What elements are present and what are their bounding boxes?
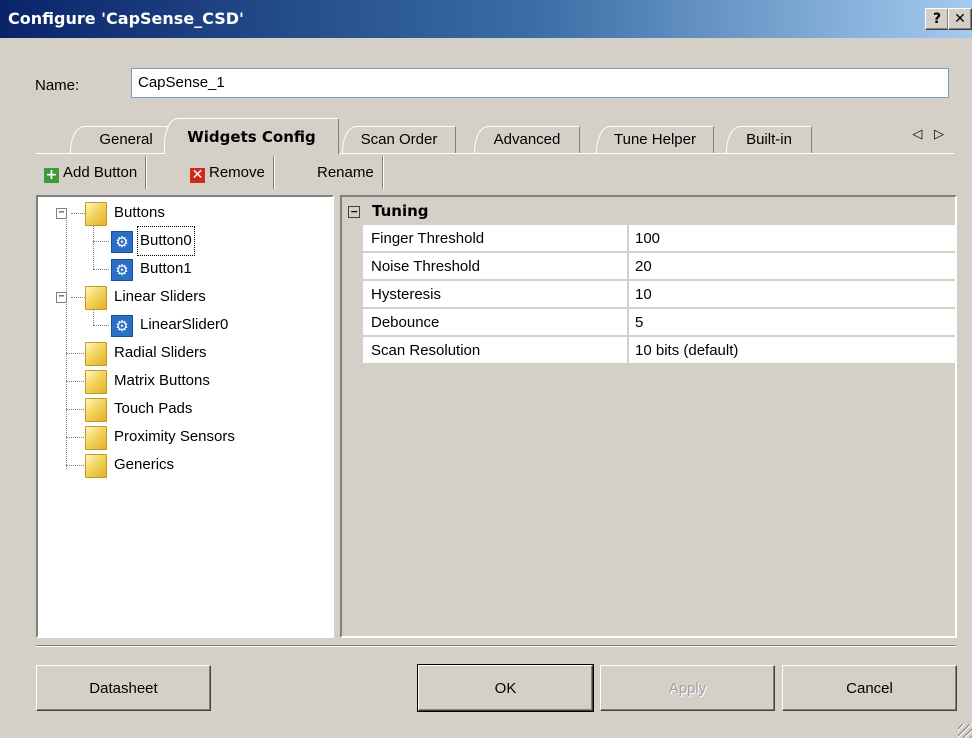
window-title: Configure 'CapSense_CSD' (8, 9, 244, 28)
tree-node-proximity-sensors[interactable]: Proximity Sensors (38, 423, 328, 451)
property-row: Scan Resolution 10 bits (default) (342, 337, 955, 365)
x-icon: ✕ (190, 167, 205, 183)
noise-threshold-field[interactable]: 20 (628, 253, 955, 280)
property-name: Scan Resolution (363, 337, 627, 364)
tree-node-button0[interactable]: ⚙ Button0 (38, 226, 328, 256)
property-name: Debounce (363, 309, 627, 336)
widgets-tree[interactable]: − Buttons ⚙ Button0 ⚙ Button1 − Linear S… (36, 195, 334, 638)
property-row: Noise Threshold 20 (342, 253, 955, 281)
cancel-button[interactable]: Cancel (782, 665, 957, 711)
property-row: Hysteresis 10 (342, 281, 955, 309)
footer-separator (36, 645, 956, 647)
tree-label: Touch Pads (114, 400, 193, 417)
collapse-icon[interactable]: − (56, 208, 67, 219)
category-label: Tuning (372, 202, 429, 220)
gear-icon: ⚙ (111, 231, 133, 253)
folder-icon (85, 202, 107, 226)
folder-icon (85, 398, 107, 422)
remove-label: Remove (209, 164, 265, 181)
collapse-icon[interactable]: − (56, 292, 67, 303)
tree-node-touch-pads[interactable]: Touch Pads (38, 395, 328, 423)
tree-node-buttons[interactable]: − Buttons (38, 199, 328, 227)
category-tuning[interactable]: − Tuning (342, 197, 955, 225)
tab-label: General (99, 131, 153, 148)
property-name: Noise Threshold (363, 253, 627, 280)
tree-label: Button1 (140, 260, 192, 277)
property-table: − Tuning Finger Threshold 100 Noise Thre… (342, 197, 955, 365)
rename-button[interactable]: Rename (309, 156, 383, 189)
tab-label: Widgets Config (187, 128, 316, 146)
property-grid[interactable]: − Tuning Finger Threshold 100 Noise Thre… (340, 195, 957, 638)
tree-label: Button0 (137, 226, 195, 256)
folder-icon (85, 370, 107, 394)
tab-label: Built-in (746, 131, 792, 148)
property-row: Debounce 5 (342, 309, 955, 337)
name-input[interactable]: CapSense_1 (131, 68, 949, 98)
folder-icon (85, 342, 107, 366)
tree-label: Generics (114, 456, 175, 473)
tab-scroll-arrows-icon[interactable]: ◁ ▷ (912, 126, 948, 142)
tab-advanced[interactable]: Advanced (474, 126, 580, 153)
close-button[interactable]: ✕ (948, 8, 972, 30)
tree-node-matrix-buttons[interactable]: Matrix Buttons (38, 367, 328, 395)
tree-node-radial-sliders[interactable]: Radial Sliders (38, 339, 328, 367)
tab-tune-helper[interactable]: Tune Helper (596, 126, 714, 153)
folder-icon (85, 426, 107, 450)
finger-threshold-field[interactable]: 100 (628, 225, 955, 252)
property-name: Hysteresis (363, 281, 627, 308)
property-row: Finger Threshold 100 (342, 225, 955, 253)
add-button-label: Add Button (63, 164, 138, 181)
ok-button[interactable]: OK (417, 664, 594, 712)
tree-label: Buttons (114, 204, 165, 221)
collapse-icon[interactable]: − (348, 206, 360, 218)
tree-label: Radial Sliders (114, 344, 207, 361)
tab-scan-order[interactable]: Scan Order (342, 126, 456, 153)
help-button[interactable]: ? (925, 8, 949, 30)
add-button-button[interactable]: + Add Button (36, 156, 147, 189)
tab-label: Tune Helper (614, 131, 696, 148)
hysteresis-field[interactable]: 10 (628, 281, 955, 308)
tab-label: Advanced (493, 131, 561, 148)
tab-label: Scan Order (360, 131, 438, 148)
rename-label: Rename (317, 164, 374, 181)
tree-label: LinearSlider0 (140, 316, 229, 333)
tree-node-linear-sliders[interactable]: − Linear Sliders (38, 283, 328, 311)
tab-widgets-config[interactable]: Widgets Config (164, 118, 339, 154)
tree-label: Matrix Buttons (114, 372, 210, 389)
tab-built-in[interactable]: Built-in (726, 126, 812, 153)
title-bar: Configure 'CapSense_CSD' ? ✕ (0, 0, 972, 38)
scan-resolution-field[interactable]: 10 bits (default) (628, 337, 955, 364)
tab-strip: General Widgets Config Scan Order Advanc… (36, 118, 954, 154)
debounce-field[interactable]: 5 (628, 309, 955, 336)
tree-node-generics[interactable]: Generics (38, 451, 328, 479)
tree-node-linearslider0[interactable]: ⚙ LinearSlider0 (38, 311, 328, 339)
datasheet-button[interactable]: Datasheet (36, 665, 211, 711)
folder-icon (85, 286, 107, 310)
resize-grip-icon[interactable] (958, 724, 972, 738)
gear-icon: ⚙ (111, 259, 133, 281)
gear-icon: ⚙ (111, 315, 133, 337)
name-label: Name: (35, 77, 80, 94)
apply-button[interactable]: Apply (600, 665, 775, 711)
tree-label: Linear Sliders (114, 288, 206, 305)
remove-button[interactable]: ✕ Remove (182, 156, 274, 189)
property-name: Finger Threshold (363, 225, 627, 252)
plus-icon: + (44, 167, 59, 183)
folder-icon (85, 454, 107, 478)
tree-label: Proximity Sensors (114, 428, 235, 445)
tree-node-button1[interactable]: ⚙ Button1 (38, 255, 328, 283)
